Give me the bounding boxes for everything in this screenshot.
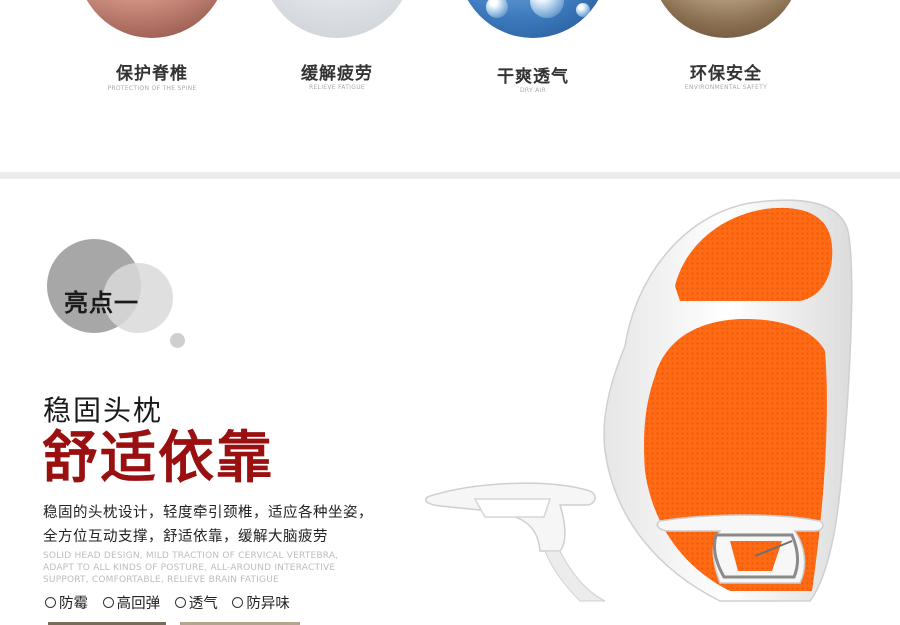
feature-tags: 防霉 高回弹 透气 防异味 [45,592,300,613]
tag-item: 透气 [174,596,218,612]
highlight-subtitle: 稳固头枕 [43,394,164,427]
badge-dot [170,333,185,348]
tag-label: 防霉 [59,596,88,612]
english-line: ADAPT TO ALL KINDS OF POSTURE, ALL-AROUN… [43,563,336,573]
circle-icon [174,597,186,608]
tag-label: 透气 [188,596,218,612]
feature-band: 保护脊椎 PROTECTION OF THE SPINE 缓解疲劳 RELIEV… [0,0,900,172]
hands-massaging-back-photo [77,0,227,38]
english-line: SOLID HEAD DESIGN, MILD TRACTION OF CERV… [43,551,339,561]
office-person-photo [262,0,412,38]
tag-item: 防异味 [232,596,290,612]
tag-label: 高回弹 [116,596,161,612]
circle-icon [102,597,114,608]
description-line: 稳固的头枕设计，轻度牵引颈椎，适应各种坐姿， [43,505,373,521]
highlight-badge: 亮点一 [64,289,139,317]
circle-icon [232,597,244,608]
feature-subtitle: ENVIRONMENTAL SAFETY [684,84,768,91]
feature-title: 干爽透气 [497,67,569,87]
description-line: 全方位互动支撑，舒适依靠，缓解大脑疲劳 [43,529,328,545]
water-droplets-photo [458,0,608,38]
feature-subtitle: DRY AIR [519,87,547,94]
highlight-section: 亮点一 稳固头枕 舒适依靠 稳固的头枕设计，轻度牵引颈椎，适应各种坐姿， 全方位… [0,179,900,625]
tag-item: 防霉 [45,596,88,612]
feature-title: 保护脊椎 [116,64,188,84]
feature-subtitle: PROTECTION OF THE SPINE [107,85,197,92]
feature-subtitle: RELIEVE FATIGUE [309,84,365,91]
english-description: SOLID HEAD DESIGN, MILD TRACTION OF CERV… [43,550,343,586]
hands-holding-soil-photo [651,0,801,38]
orange-mesh-office-chair [424,199,853,602]
tag-item: 高回弹 [102,596,161,612]
section-divider [0,172,900,179]
highlight-title: 舒适依靠 [42,426,274,491]
tag-label: 防异味 [246,596,290,612]
english-line: SUPPORT, COMFORTABLE, RELIEVE BRAIN FATI… [43,575,279,585]
feature-title: 缓解疲劳 [301,64,373,84]
circle-icon [45,597,56,608]
feature-title: 环保安全 [690,64,762,84]
